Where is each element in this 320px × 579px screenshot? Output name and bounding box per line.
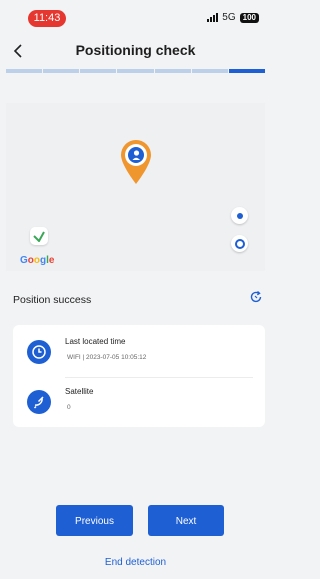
last-located-value: WIFI | 2023-07-05 10:05:12	[67, 354, 147, 361]
map-layer-button[interactable]	[30, 227, 48, 245]
progress-step	[43, 69, 80, 73]
end-detection-link[interactable]: End detection	[0, 557, 271, 568]
progress-step-current	[228, 69, 265, 73]
layers-icon	[33, 231, 45, 242]
status-bar: 11:43 5G 100	[0, 0, 271, 34]
location-dot-icon	[236, 212, 243, 219]
google-logo: Google	[20, 255, 55, 266]
card-divider	[65, 377, 253, 378]
battery-icon: 100	[239, 12, 259, 23]
progress-step	[6, 69, 43, 73]
signal-icon	[207, 13, 219, 22]
last-located-label: Last located time	[65, 337, 126, 346]
position-status-text: Position success	[13, 294, 92, 306]
map-view[interactable]: Google	[6, 103, 265, 271]
clock-icon	[27, 340, 51, 364]
location-info-card: Last located time WIFI | 2023-07-05 10:0…	[13, 325, 265, 427]
refresh-icon[interactable]	[249, 290, 263, 304]
step-progress-bar	[6, 69, 265, 73]
status-indicators: 5G 100	[207, 12, 259, 23]
page-title: Positioning check	[75, 42, 196, 58]
satellite-value: 0	[67, 404, 71, 411]
progress-step	[191, 69, 228, 73]
status-time: 11:43	[28, 10, 66, 27]
my-location-button[interactable]	[231, 207, 248, 224]
next-button[interactable]: Next	[148, 505, 224, 536]
target-icon	[234, 238, 245, 249]
progress-step	[80, 69, 117, 73]
previous-button[interactable]: Previous	[56, 505, 133, 536]
network-type: 5G	[222, 12, 236, 23]
device-location-button[interactable]	[231, 235, 248, 252]
satellite-icon	[27, 390, 51, 414]
satellite-label: Satellite	[65, 387, 94, 396]
progress-step	[154, 69, 191, 73]
position-status-row: Position success	[13, 290, 265, 306]
header: Positioning check	[0, 34, 271, 68]
progress-step	[117, 69, 154, 73]
location-pin-icon	[118, 137, 154, 185]
